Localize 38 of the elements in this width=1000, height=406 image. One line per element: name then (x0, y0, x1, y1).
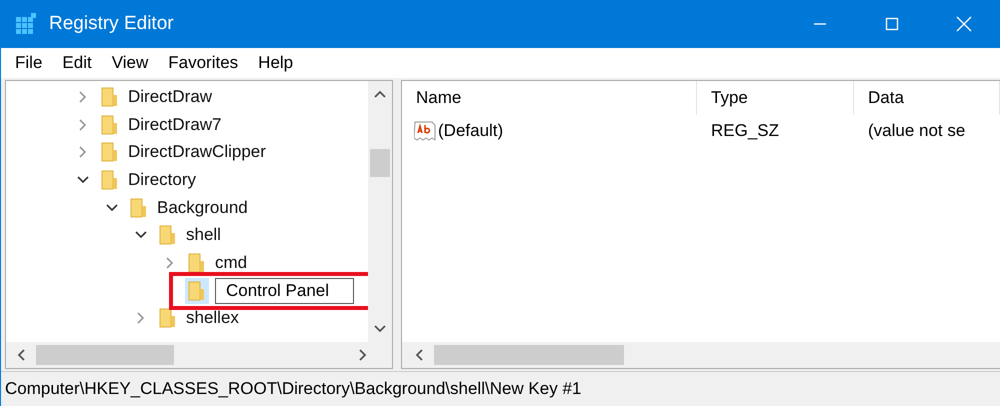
menu-item[interactable]: Edit (60, 53, 94, 73)
tree-item[interactable]: shellex (186, 308, 239, 328)
scroll-thumb[interactable] (434, 345, 624, 365)
scroll-up-icon[interactable] (374, 89, 386, 99)
registry-icon (15, 13, 37, 35)
tree-item[interactable]: DirectDraw7 (128, 114, 222, 135)
scroll-thumb[interactable] (36, 345, 174, 365)
tree-item[interactable]: shell (186, 225, 221, 246)
menu-item[interactable]: File (13, 53, 44, 73)
tree-item[interactable]: Directory (128, 170, 196, 190)
horizontal-scrollbar[interactable] (402, 342, 1000, 368)
menu-item[interactable]: View (110, 53, 150, 73)
column-header[interactable]: Name (402, 81, 697, 115)
menu-item[interactable]: Help (256, 53, 296, 73)
scroll-left-icon[interactable] (414, 349, 424, 361)
window-title: Registry Editor (49, 13, 174, 35)
status-bar: Computer\HKEY_CLASSES_ROOT\Directory\Background\shell\New Key #1 (1, 371, 1000, 406)
close-icon (956, 16, 972, 32)
scroll-left-icon[interactable] (16, 349, 26, 361)
scroll-thumb[interactable] (370, 149, 390, 177)
value-data: (value not se (867, 121, 966, 141)
maximize-icon (885, 17, 899, 31)
tree-item[interactable]: cmd (215, 252, 248, 273)
value-name[interactable]: (Default) (438, 121, 504, 141)
tree-item[interactable]: Background (157, 198, 248, 218)
string-value-icon (414, 120, 436, 142)
minimize-icon (813, 23, 827, 25)
tree-item[interactable]: DirectDrawClipper (128, 142, 266, 162)
tree-item[interactable]: DirectDraw (128, 86, 212, 107)
scroll-right-icon[interactable] (358, 349, 368, 361)
column-header[interactable]: Type (697, 81, 854, 115)
value-type: REG_SZ (710, 121, 780, 141)
menu-item[interactable]: Favorites (166, 53, 240, 73)
column-header[interactable]: Data (854, 81, 1000, 115)
horizontal-scrollbar[interactable] (6, 342, 392, 368)
scroll-down-icon[interactable] (374, 324, 386, 334)
rename-field[interactable]: Control Panel (215, 278, 354, 304)
vertical-scrollbar[interactable] (368, 81, 392, 342)
